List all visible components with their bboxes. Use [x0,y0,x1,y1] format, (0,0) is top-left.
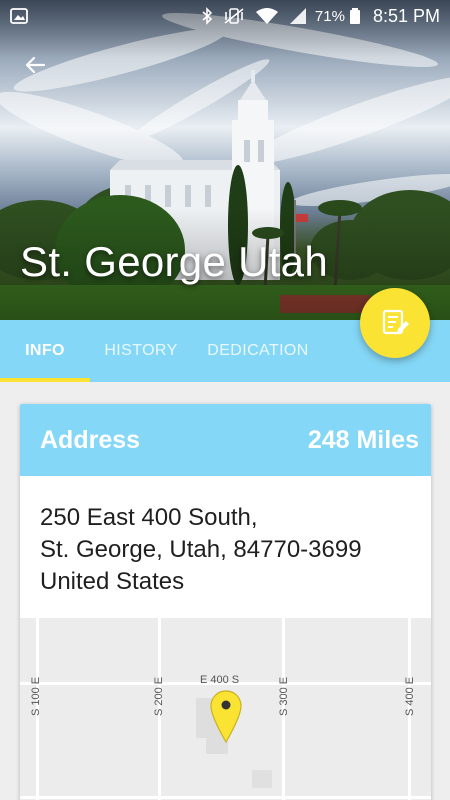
battery-icon [349,7,361,25]
edit-note-button[interactable] [360,288,430,358]
street-label: S 100 E [30,676,42,716]
map-pin-icon [210,690,242,744]
address-line-2: St. George, Utah, 84770-3699 [40,536,362,563]
street-label: S 400 E [404,676,416,716]
arrow-left-icon [25,56,46,74]
signal-icon [289,7,307,25]
street-label: S 300 E [278,676,290,716]
tab-history[interactable]: HISTORY [90,320,192,382]
address-line-3: United States [40,568,185,595]
street-label: S 200 E [153,676,165,716]
address-card: Address 248 Miles 250 East 400 South, St… [20,404,431,800]
back-button[interactable] [18,50,52,80]
tab-info[interactable]: INFO [0,320,90,382]
street-label: E 400 S [200,674,240,686]
wifi-icon [255,7,279,25]
map-road [20,796,431,799]
battery-percent: 71% [314,7,345,25]
status-bar: 71% 8:51 PM [0,0,450,32]
map-marker[interactable] [209,690,243,749]
address-label: Address [40,425,141,454]
vibrate-icon [223,7,245,25]
page-title: St. George Utah [20,238,328,285]
distance-label: 248 Miles [307,425,419,454]
bluetooth-icon [201,7,213,25]
note-edit-icon [382,309,409,335]
address-card-header: Address 248 Miles [20,404,431,476]
tab-dedication[interactable]: DEDICATION [192,320,324,382]
gallery-icon [10,7,28,25]
map-view[interactable]: S 100 E S 200 E E 400 S S 300 E S 400 E [20,618,431,800]
address-text[interactable]: 250 East 400 South, St. George, Utah, 84… [20,476,431,618]
address-line-1: 250 East 400 South, [40,504,258,531]
clock: 8:51 PM [372,5,440,26]
map-building [252,770,272,788]
